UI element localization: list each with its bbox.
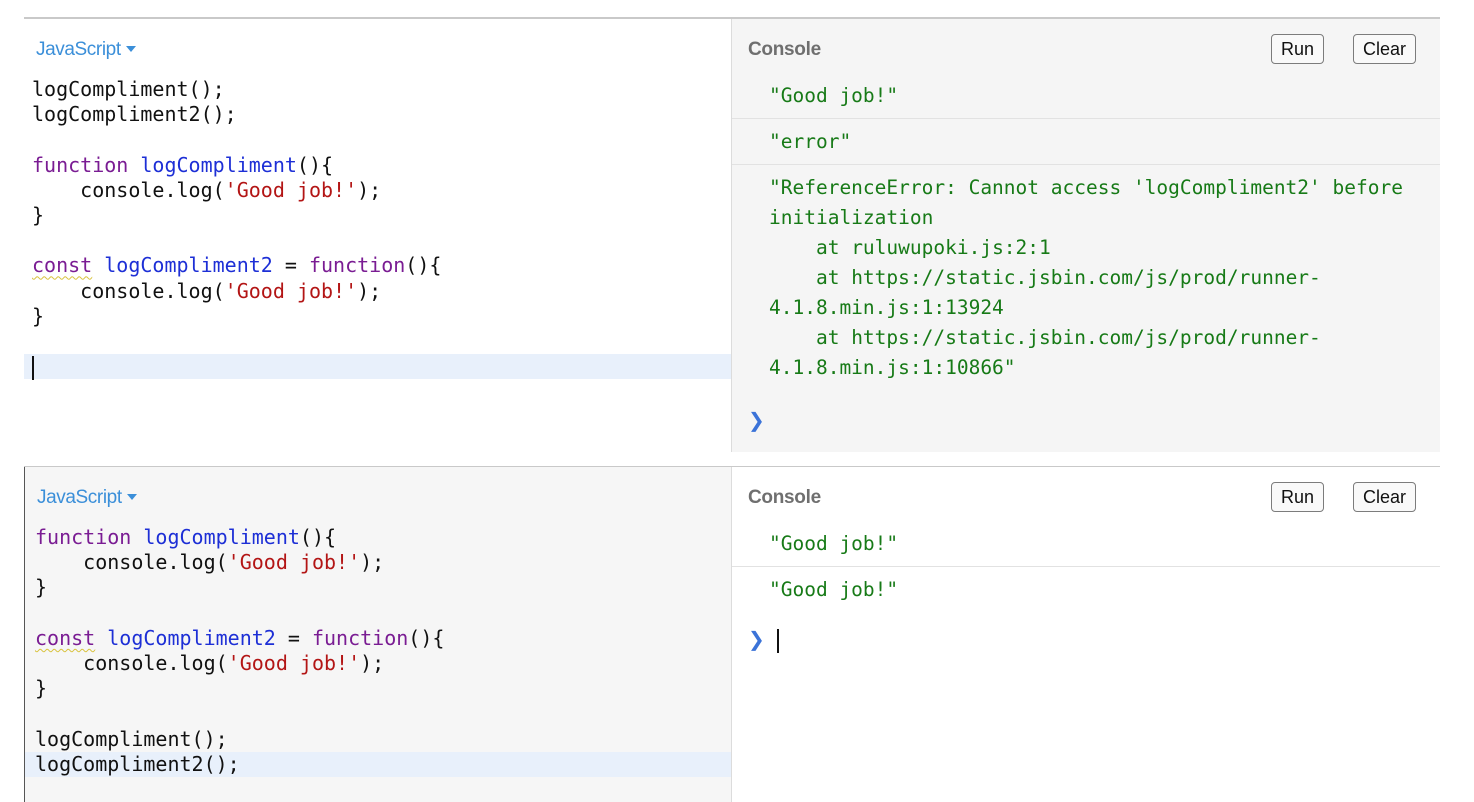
code-line: } bbox=[32, 202, 45, 227]
console-title: Console bbox=[748, 39, 821, 60]
code-line: logCompliment2(); bbox=[32, 102, 237, 127]
language-dropdown[interactable]: JavaScript bbox=[37, 487, 137, 509]
code-line: console.log('Good job!'); bbox=[35, 550, 385, 575]
console-pane: Console Run Clear "Good job!" "error" "R… bbox=[731, 19, 1440, 452]
console-log-entry: "Good job!" bbox=[732, 73, 1440, 119]
text-cursor bbox=[776, 628, 779, 653]
caret-down-icon bbox=[125, 46, 136, 52]
run-button[interactable]: Run bbox=[1271, 34, 1325, 64]
console-log-entry: "error" bbox=[732, 119, 1440, 165]
code-line: } bbox=[35, 575, 48, 600]
code-area[interactable]: function logCompliment(){ console.log('G… bbox=[25, 525, 733, 777]
code-line: console.log('Good job!'); bbox=[35, 650, 385, 675]
console-log-entry: "Good job!" bbox=[769, 578, 899, 601]
console-log-list: "Good job!" "error" "ReferenceError: Can… bbox=[732, 73, 1440, 390]
code-line: const logCompliment2 = function(){ bbox=[35, 625, 445, 650]
code-line: logCompliment(); bbox=[35, 726, 228, 751]
console-prompt[interactable]: ❯ bbox=[748, 627, 779, 653]
text-cursor bbox=[32, 355, 34, 380]
console-log-entry: "ReferenceError: Cannot access 'logCompl… bbox=[769, 176, 1403, 379]
caret-down-icon bbox=[126, 494, 137, 500]
console-prompt[interactable]: ❯ bbox=[748, 408, 765, 432]
code-line: const logCompliment2 = function(){ bbox=[32, 253, 442, 278]
code-line: function logCompliment(){ bbox=[35, 525, 337, 549]
code-line-active[interactable] bbox=[24, 354, 732, 380]
language-label: JavaScript bbox=[37, 487, 122, 508]
code-line: console.log('Good job!'); bbox=[32, 278, 382, 303]
javascript-editor[interactable]: JavaScript function logCompliment(){ con… bbox=[24, 467, 733, 802]
javascript-editor[interactable]: JavaScript logCompliment(); logComplimen… bbox=[24, 19, 732, 452]
code-line: logCompliment(); bbox=[32, 77, 225, 101]
console-pane: Console Run Clear "Good job!" "Good job!… bbox=[731, 467, 1440, 802]
code-line: } bbox=[35, 676, 48, 701]
chevron-right-icon: ❯ bbox=[748, 627, 765, 651]
console-log-entry: "Good job!" bbox=[732, 521, 1440, 567]
code-line: function logCompliment(){ bbox=[32, 152, 334, 177]
chevron-right-icon: ❯ bbox=[748, 408, 765, 432]
clear-button[interactable]: Clear bbox=[1353, 482, 1417, 512]
clear-button[interactable]: Clear bbox=[1353, 34, 1417, 64]
code-area[interactable]: logCompliment(); logCompliment2(); funct… bbox=[24, 77, 732, 380]
language-label: JavaScript bbox=[36, 39, 121, 60]
jsbin-panel-bottom: JavaScript function logCompliment(){ con… bbox=[0, 466, 1474, 802]
run-button[interactable]: Run bbox=[1271, 482, 1325, 512]
jsbin-panel-top: JavaScript logCompliment(); logComplimen… bbox=[0, 0, 1474, 452]
code-line: } bbox=[32, 303, 45, 328]
console-log-list: "Good job!" "Good job!" bbox=[732, 521, 1440, 612]
code-line-active[interactable]: logCompliment2(); bbox=[25, 751, 733, 777]
language-dropdown[interactable]: JavaScript bbox=[36, 39, 136, 61]
console-title: Console bbox=[748, 487, 821, 508]
code-line: console.log('Good job!'); bbox=[32, 177, 382, 202]
